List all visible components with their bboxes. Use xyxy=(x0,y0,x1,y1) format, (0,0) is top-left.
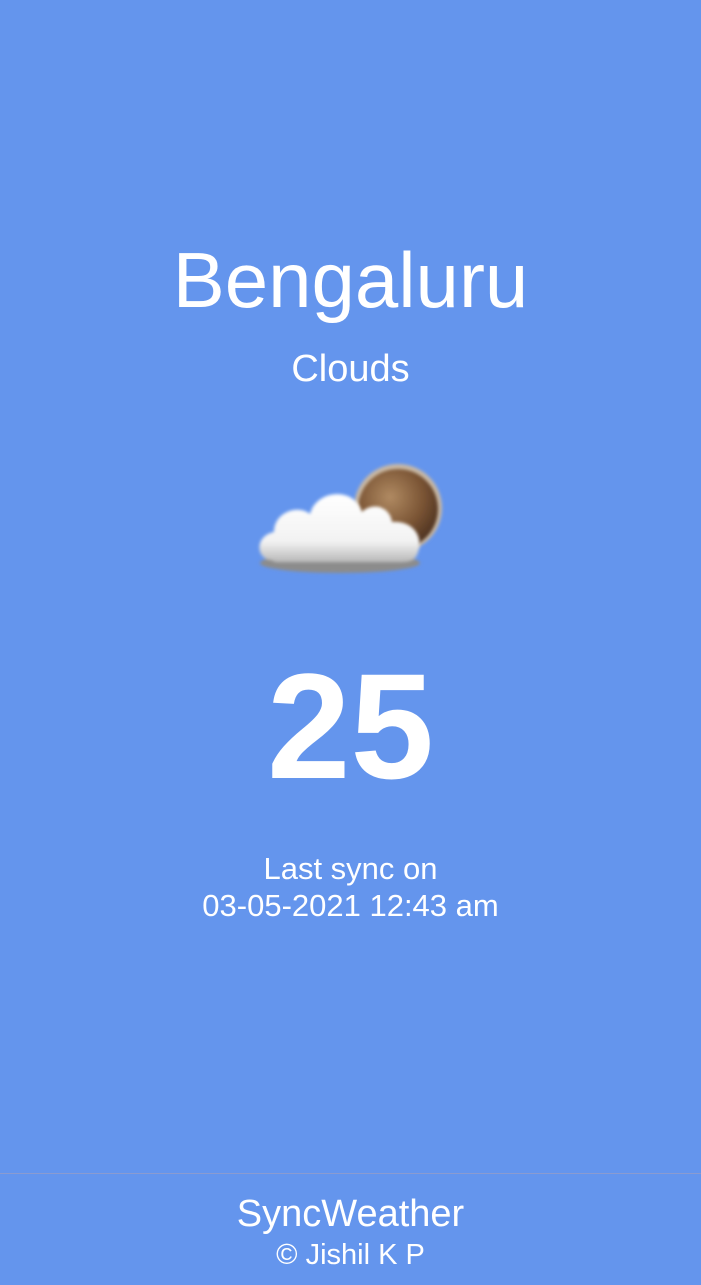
footer: SyncWeather © Jishil K P xyxy=(0,1173,701,1285)
app-brand: SyncWeather xyxy=(236,1193,465,1235)
weather-main: Bengaluru Clouds 25 Last sync on 03-05-2… xyxy=(0,0,701,1173)
temperature-value: 25 xyxy=(267,642,434,810)
weather-page: Bengaluru Clouds 25 Last sync on 03-05-2… xyxy=(0,0,701,1285)
city-name: Bengaluru xyxy=(172,236,529,324)
weather-condition: Clouds xyxy=(291,348,410,390)
last-sync-info: Last sync on 03-05-2021 12:43 am xyxy=(0,850,701,924)
cloud-with-sun-icon xyxy=(250,456,450,581)
last-sync-time: 03-05-2021 12:43 am xyxy=(202,888,499,923)
copyright-text: © Jishil K P xyxy=(276,1239,425,1271)
last-sync-label: Last sync on xyxy=(263,851,438,886)
